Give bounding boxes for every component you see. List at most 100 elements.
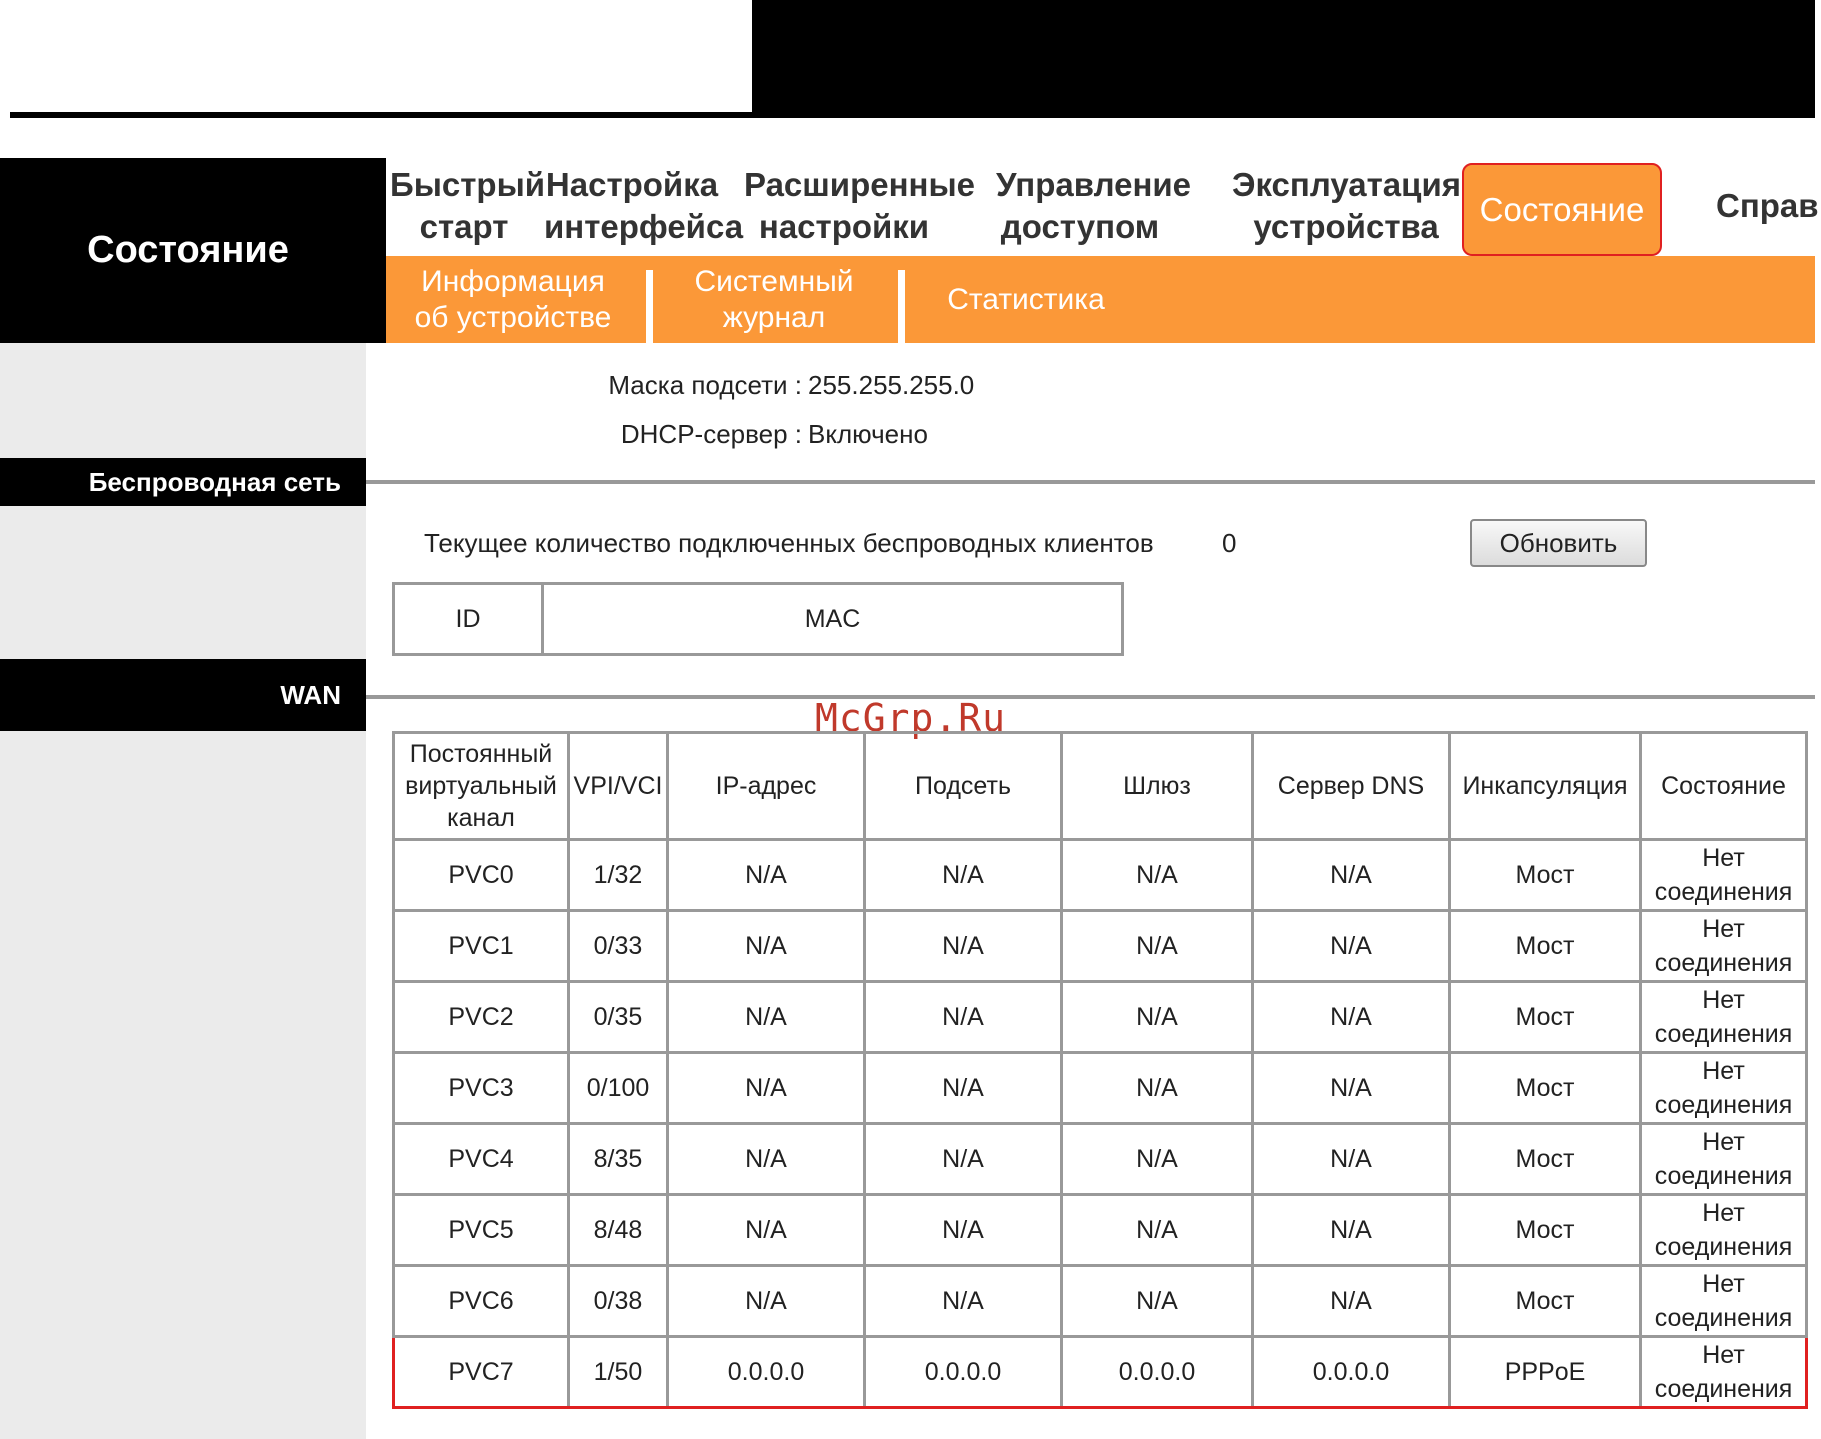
sub-menu: Информация об устройстве Системный журна… <box>386 256 1815 343</box>
table-row: PVC2 0/35 N/A N/A N/A N/A Мост Нет соеди… <box>392 980 1808 1054</box>
cell-status: Нет соединения <box>1639 1193 1808 1267</box>
sidebar-heading-wireless: Беспроводная сеть <box>0 458 366 506</box>
cell-pvc: PVC1 <box>392 909 570 983</box>
dhcp-server-value: Включено <box>808 419 928 449</box>
cell-ip: N/A <box>666 1122 866 1196</box>
cell-vpi-vci: 1/32 <box>567 838 669 912</box>
cell-encapsulation: Мост <box>1448 1264 1642 1338</box>
cell-status: Нет соединения <box>1639 980 1808 1054</box>
cell-vpi-vci: 0/38 <box>567 1264 669 1338</box>
cell-ip: N/A <box>666 1051 866 1125</box>
cell-encapsulation: Мост <box>1448 1122 1642 1196</box>
cell-status: Нет соединения <box>1639 909 1808 983</box>
menu-advanced-setup[interactable]: Расширенные настройки <box>744 164 975 248</box>
wireless-clients-count: 0 <box>1222 528 1237 558</box>
cell-subnet: N/A <box>863 838 1063 912</box>
cell-status: Нет соединения <box>1639 1122 1808 1196</box>
refresh-button[interactable]: Обновить <box>1470 519 1647 567</box>
section-title-panel: Состояние <box>0 158 386 343</box>
cell-dns: N/A <box>1251 1264 1451 1338</box>
column-header-ip: IP-адрес <box>666 731 866 841</box>
column-header-status: Состояние <box>1639 731 1808 841</box>
subnet-mask-label: Маска подсети : <box>608 370 802 400</box>
cell-dns: N/A <box>1251 1051 1451 1125</box>
cell-pvc: PVC0 <box>392 838 570 912</box>
cell-encapsulation: Мост <box>1448 838 1642 912</box>
table-row: PVC4 8/35 N/A N/A N/A N/A Мост Нет соеди… <box>392 1122 1808 1196</box>
top-rule <box>10 112 1815 118</box>
cell-gateway: N/A <box>1060 838 1254 912</box>
cell-ip: N/A <box>666 980 866 1054</box>
cell-encapsulation: Мост <box>1448 980 1642 1054</box>
cell-status: Нет соединения <box>1639 1335 1808 1409</box>
cell-pvc: PVC7 <box>392 1335 570 1409</box>
column-header-encapsulation: Инкапсуляция <box>1448 731 1642 841</box>
top-banner-black <box>752 0 1815 118</box>
cell-ip: N/A <box>666 909 866 983</box>
cell-status: Нет соединения <box>1639 1051 1808 1125</box>
table-header-row: ID MAC <box>392 582 1124 656</box>
cell-vpi-vci: 0/33 <box>567 909 669 983</box>
submenu-system-log[interactable]: Системный журнал <box>654 256 894 343</box>
menu-maintenance[interactable]: Эксплуатация устройства <box>1232 164 1461 248</box>
column-header-mac: MAC <box>541 582 1124 656</box>
cell-vpi-vci: 8/48 <box>567 1193 669 1267</box>
wireless-clients-label: Текущее количество подключенных беспрово… <box>424 528 1154 558</box>
cell-dns: N/A <box>1251 1122 1451 1196</box>
menu-quick-start[interactable]: Быстрый старт <box>390 164 545 248</box>
column-header-vpi-vci: VPI/VCI <box>567 731 669 841</box>
menu-interface-setup[interactable]: Настройка интерфейса <box>544 164 743 248</box>
cell-gateway: N/A <box>1060 909 1254 983</box>
cell-pvc: PVC2 <box>392 980 570 1054</box>
submenu-statistics[interactable]: Статистика <box>926 256 1126 343</box>
menu-access-management[interactable]: Управление доступом <box>996 164 1191 248</box>
cell-subnet: N/A <box>863 980 1063 1054</box>
cell-vpi-vci: 0/100 <box>567 1051 669 1125</box>
cell-dns: N/A <box>1251 1193 1451 1267</box>
cell-dns: N/A <box>1251 980 1451 1054</box>
main-menu: Быстрый старт Настройка интерфейса Расши… <box>386 158 1821 256</box>
table-row: PVC1 0/33 N/A N/A N/A N/A Мост Нет соеди… <box>392 909 1808 983</box>
cell-encapsulation: PPPoE <box>1448 1335 1642 1409</box>
cell-dns: 0.0.0.0 <box>1251 1335 1451 1409</box>
cell-vpi-vci: 0/35 <box>567 980 669 1054</box>
cell-gateway: 0.0.0.0 <box>1060 1335 1254 1409</box>
table-row: PVC6 0/38 N/A N/A N/A N/A Мост Нет соеди… <box>392 1264 1808 1338</box>
column-header-id: ID <box>392 582 544 656</box>
cell-subnet: N/A <box>863 1122 1063 1196</box>
table-row-highlighted: PVC7 1/50 0.0.0.0 0.0.0.0 0.0.0.0 0.0.0.… <box>392 1335 1808 1409</box>
cell-ip: N/A <box>666 1193 866 1267</box>
table-row: PVC3 0/100 N/A N/A N/A N/A Мост Нет соед… <box>392 1051 1808 1125</box>
cell-gateway: N/A <box>1060 1122 1254 1196</box>
table-row: PVC0 1/32 N/A N/A N/A N/A Мост Нет соеди… <box>392 838 1808 912</box>
cell-ip: N/A <box>666 1264 866 1338</box>
cell-gateway: N/A <box>1060 1193 1254 1267</box>
subnet-mask-value: 255.255.255.0 <box>808 370 975 400</box>
cell-status: Нет соединения <box>1639 1264 1808 1338</box>
cell-subnet: N/A <box>863 1264 1063 1338</box>
cell-gateway: N/A <box>1060 980 1254 1054</box>
column-header-pvc: Постоянный виртуальный канал <box>392 731 570 841</box>
wireless-clients-table: ID MAC <box>392 582 1124 656</box>
column-header-subnet: Подсеть <box>863 731 1063 841</box>
section-title: Состояние <box>87 229 289 271</box>
cell-encapsulation: Мост <box>1448 1051 1642 1125</box>
cell-gateway: N/A <box>1060 1051 1254 1125</box>
cell-ip: 0.0.0.0 <box>666 1335 866 1409</box>
submenu-separator <box>898 270 905 343</box>
cell-ip: N/A <box>666 838 866 912</box>
cell-gateway: N/A <box>1060 1264 1254 1338</box>
menu-status[interactable]: Состояние <box>1462 163 1662 256</box>
sidebar <box>0 343 366 1439</box>
cell-pvc: PVC5 <box>392 1193 570 1267</box>
section-divider <box>366 695 1815 699</box>
menu-help[interactable]: Справ <box>1716 185 1821 227</box>
column-header-gateway: Шлюз <box>1060 731 1254 841</box>
cell-pvc: PVC4 <box>392 1122 570 1196</box>
submenu-device-info[interactable]: Информация об устройстве <box>386 256 640 343</box>
cell-encapsulation: Мост <box>1448 909 1642 983</box>
cell-status: Нет соединения <box>1639 838 1808 912</box>
column-header-dns: Сервер DNS <box>1251 731 1451 841</box>
table-header-row: Постоянный виртуальный канал VPI/VCI IP-… <box>392 731 1808 841</box>
cell-encapsulation: Мост <box>1448 1193 1642 1267</box>
